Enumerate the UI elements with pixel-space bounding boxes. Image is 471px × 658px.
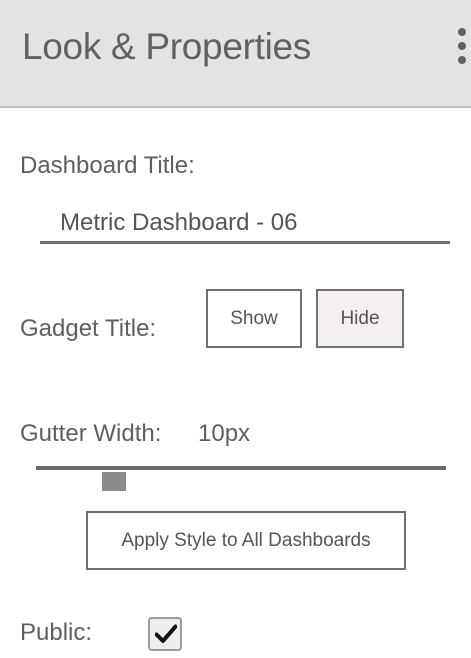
dashboard-title-label: Dashboard Title: [20,152,195,179]
gutter-width-slider[interactable] [36,462,446,492]
public-checkbox[interactable] [148,617,182,651]
checkmark-icon [155,624,177,643]
gutter-width-label: Gutter Width: [20,420,162,447]
look-properties-panel: Look & Properties Dashboard Title: Gadge… [0,0,471,658]
panel-header: Look & Properties [0,0,471,108]
slider-thumb[interactable] [102,472,126,491]
gutter-width-value: 10px [198,420,251,447]
panel-title: Look & Properties [22,26,312,67]
show-button[interactable]: Show [206,289,302,348]
hide-button[interactable]: Hide [316,289,404,348]
public-label: Public: [20,619,93,646]
gadget-title-label: Gadget Title: [20,315,157,342]
dashboard-title-input[interactable] [40,204,450,244]
slider-track [36,466,446,470]
apply-style-all-dashboards-button[interactable]: Apply Style to All Dashboards [86,511,406,570]
kebab-menu-icon[interactable] [455,28,469,68]
